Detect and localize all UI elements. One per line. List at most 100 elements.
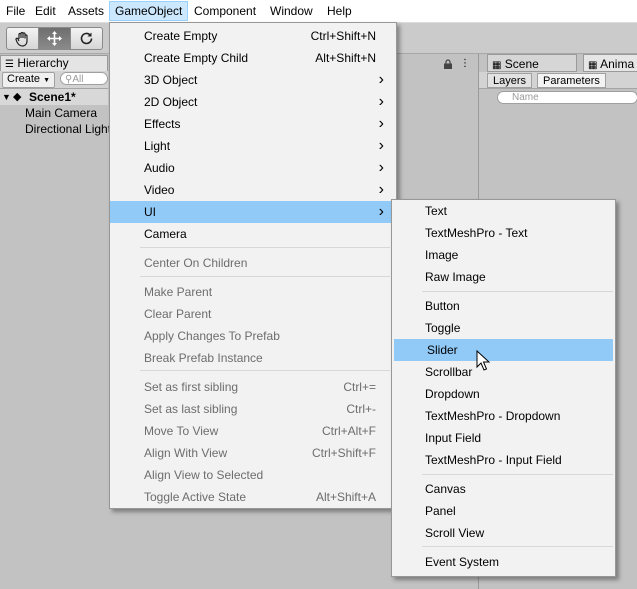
menu-item-shortcut: Ctrl+Alt+F	[321, 424, 376, 438]
search-placeholder: All	[72, 74, 84, 85]
tab-scene[interactable]: ▦ Scene	[487, 54, 577, 72]
menu-file[interactable]: File	[1, 1, 30, 21]
menu-item-video[interactable]: Video ›	[110, 179, 396, 201]
menu-item-label: Set as last sibling	[144, 402, 238, 416]
menu-item-2d-object[interactable]: 2D Object ›	[110, 91, 396, 113]
lock-icon[interactable]	[443, 58, 453, 69]
menu-item-set-as-last-sibling: Set as last sibling Ctrl+-	[110, 398, 396, 420]
submenu-arrow-icon: ›	[378, 181, 384, 198]
menu-item-align-with-view: Align With View Ctrl+Shift+F	[110, 442, 396, 464]
submenu-arrow-icon: ›	[378, 115, 384, 132]
menu-item-label: Canvas	[425, 482, 466, 496]
menubar: File Edit Assets GameObject Component Wi…	[0, 0, 637, 23]
ui-menu-item-slider[interactable]: Slider	[394, 339, 613, 361]
unity-scene-icon: ◆	[13, 91, 22, 103]
menu-item-effects[interactable]: Effects ›	[110, 113, 396, 135]
menu-item-ui[interactable]: UI ›	[110, 201, 396, 223]
menu-item-label: Dropdown	[425, 387, 480, 401]
menu-item-label: Align With View	[144, 446, 228, 460]
ui-menu-item-image[interactable]: Image	[392, 244, 615, 266]
menu-item-label: Scrollbar	[425, 365, 473, 379]
submenu-arrow-icon: ›	[378, 159, 384, 176]
menu-item-label: Scroll View	[425, 526, 485, 540]
menu-item-label: Effects	[144, 117, 181, 131]
menu-item-camera[interactable]: Camera	[110, 223, 396, 245]
rotate-tool-button[interactable]	[71, 28, 102, 49]
menu-edit[interactable]: Edit	[30, 1, 61, 21]
mouse-cursor-icon	[476, 350, 490, 371]
menu-item-move-to-view: Move To View Ctrl+Alt+F	[110, 420, 396, 442]
tab-animator[interactable]: ▦ Anima	[583, 54, 637, 72]
menu-item-label: 3D Object	[144, 73, 198, 87]
panel-menu-icon[interactable]: ⋮	[460, 59, 470, 69]
menu-item-label: Video	[144, 183, 175, 197]
hierarchy-item[interactable]: Directional Light	[25, 121, 111, 137]
hierarchy-tab[interactable]: ☰ Hierarchy	[0, 55, 108, 72]
tab-layers[interactable]: Layers	[487, 73, 533, 88]
ui-menu-item-textmeshpro-input-field[interactable]: TextMeshPro - Input Field	[392, 449, 615, 471]
menu-item-label: Panel	[425, 504, 456, 518]
ui-menu-item-button[interactable]: Button	[392, 295, 615, 317]
menu-item-label: UI	[144, 205, 156, 219]
ui-menu-item-input-field[interactable]: Input Field	[392, 427, 615, 449]
transform-tools	[6, 27, 103, 50]
menu-item-label: 2D Object	[144, 95, 198, 109]
ui-menu-item-panel[interactable]: Panel	[392, 500, 615, 522]
menu-item-label: Image	[425, 248, 459, 262]
tab-animator-label: Anima	[600, 57, 635, 71]
ui-submenu: Text TextMeshPro - Text Image Raw Image Butt…	[391, 199, 616, 577]
menu-separator	[140, 370, 390, 371]
menu-item-toggle-active-state: Toggle Active State Alt+Shift+A	[110, 486, 396, 508]
create-label: Create	[7, 73, 41, 85]
menu-item-audio[interactable]: Audio ›	[110, 157, 396, 179]
ui-menu-item-event-system[interactable]: Event System	[392, 551, 615, 573]
menu-item-label: Break Prefab Instance	[144, 351, 263, 365]
menu-separator	[422, 474, 613, 475]
menu-component[interactable]: Component	[189, 1, 261, 21]
menu-separator	[140, 247, 390, 248]
menu-item-label: Slider	[427, 343, 458, 357]
menu-window[interactable]: Window	[265, 1, 318, 21]
menu-item-3d-object[interactable]: 3D Object ›	[110, 69, 396, 91]
parameter-search-input[interactable]: Name	[497, 91, 637, 104]
hierarchy-search-input[interactable]: ⚲All	[60, 72, 108, 85]
ui-menu-item-toggle[interactable]: Toggle	[392, 317, 615, 339]
ui-menu-item-textmeshpro-text[interactable]: TextMeshPro - Text	[392, 222, 615, 244]
hierarchy-item[interactable]: Main Camera	[25, 105, 97, 121]
menu-item-shortcut: Alt+Shift+A	[315, 490, 376, 504]
menu-item-label: Center On Children	[144, 256, 248, 270]
menu-gameobject[interactable]: GameObject	[109, 1, 189, 21]
scene-row[interactable]: ▼ ◆ Scene1*	[0, 89, 108, 105]
menu-separator	[140, 276, 390, 277]
menu-item-make-parent: Make Parent	[110, 281, 396, 303]
hierarchy-tab-label: Hierarchy	[17, 56, 69, 70]
ui-menu-item-textmeshpro-dropdown[interactable]: TextMeshPro - Dropdown	[392, 405, 615, 427]
ui-menu-item-scrollbar[interactable]: Scrollbar	[392, 361, 615, 383]
menu-item-label: Create Empty	[144, 29, 218, 43]
ui-menu-item-canvas[interactable]: Canvas	[392, 478, 615, 500]
create-dropdown[interactable]: Create ▼	[2, 72, 56, 88]
menu-item-create-empty[interactable]: Create Empty Ctrl+Shift+N	[110, 25, 396, 47]
animator-tab-icon: ▦	[588, 60, 598, 71]
ui-menu-item-dropdown[interactable]: Dropdown	[392, 383, 615, 405]
ui-menu-item-text[interactable]: Text	[392, 200, 615, 222]
menu-item-label: Input Field	[425, 431, 482, 445]
menu-assets[interactable]: Assets	[63, 1, 109, 21]
menu-item-label: Create Empty Child	[144, 51, 249, 65]
menu-item-light[interactable]: Light ›	[110, 135, 396, 157]
menu-item-shortcut: Alt+Shift+N	[315, 51, 376, 65]
hand-tool-button[interactable]	[7, 28, 39, 49]
list-icon: ☰	[5, 59, 14, 70]
tab-parameters[interactable]: Parameters	[537, 73, 606, 88]
menu-item-label: Camera	[144, 227, 187, 241]
ui-menu-item-raw-image[interactable]: Raw Image	[392, 266, 615, 288]
menu-item-create-empty-child[interactable]: Create Empty Child Alt+Shift+N	[110, 47, 396, 69]
menu-item-break-prefab-instance: Break Prefab Instance	[110, 347, 396, 369]
menu-item-label: TextMeshPro - Dropdown	[425, 409, 561, 423]
menu-item-label: Toggle	[425, 321, 461, 335]
ui-menu-item-scroll-view[interactable]: Scroll View	[392, 522, 615, 544]
move-tool-button[interactable]	[39, 28, 71, 49]
menu-help[interactable]: Help	[322, 1, 357, 21]
menu-item-label: Align View to Selected	[144, 468, 264, 482]
hierarchy-toolbar: Create ▼ ⚲All	[0, 71, 108, 89]
